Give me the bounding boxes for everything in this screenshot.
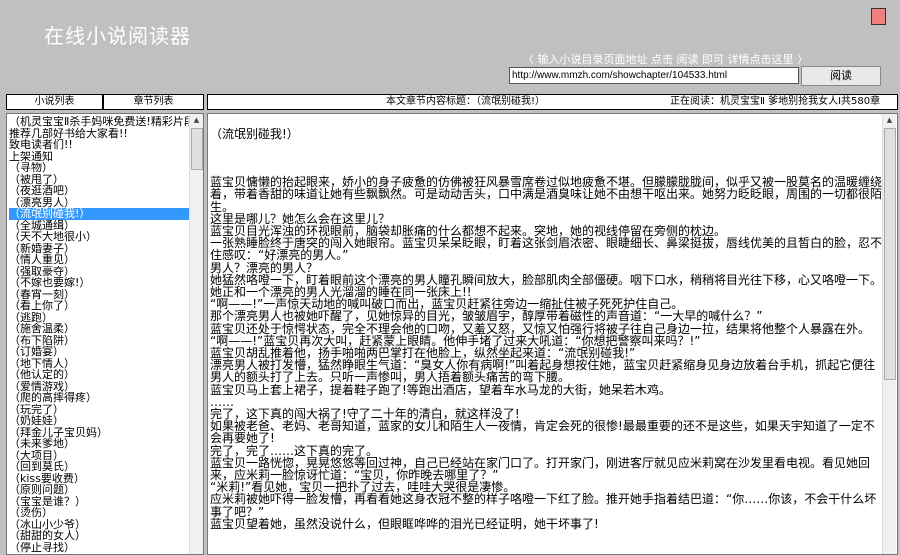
- chapter-list-item[interactable]: （逃跑）: [9, 312, 191, 324]
- read-button[interactable]: 阅读: [801, 66, 881, 86]
- app-title: 在线小说阅读器: [44, 24, 191, 48]
- scroll-up-icon[interactable]: ▲: [190, 114, 203, 127]
- scroll-up-icon[interactable]: ▲: [883, 114, 896, 127]
- chapter-list-item[interactable]: （爱情游戏）: [9, 381, 191, 393]
- chapter-list-item[interactable]: （大项目）: [9, 450, 191, 462]
- chapter-list-item[interactable]: （玩完了）: [9, 404, 191, 416]
- chapter-list-item[interactable]: （他认定的）: [9, 369, 191, 381]
- chapter-list-item[interactable]: 推荐几部好书给大家看!!: [9, 128, 191, 140]
- chapter-list-item[interactable]: （冰山小少爷）: [9, 519, 191, 531]
- chapter-list-item[interactable]: （机灵宝宝Ⅱ杀手妈咪免费送!精彩片段: [9, 116, 191, 128]
- chapter-list-item[interactable]: （被甩了）: [9, 174, 191, 186]
- content-paragraph: 如果被老爸、老妈、老哥知道，蓝家的女儿和陌生人一夜情，肯定会死的很惨!最最重要的…: [210, 419, 875, 446]
- chapter-list-item[interactable]: （停止寻找）: [9, 542, 191, 554]
- tab-novel-list[interactable]: 小说列表: [6, 94, 103, 110]
- content-paragraph: 蓝宝贝一路恍惚，晃晃悠悠等回过神，自己已经站在家门口了。打开家门，刚进客厅就见应…: [210, 455, 871, 483]
- chapter-list-item[interactable]: （爬的高摔得疼）: [9, 392, 191, 404]
- now-reading-label: 正在阅读：机灵宝宝Ⅱ 爹地别抢我女人Ⅰ共580章: [670, 96, 881, 107]
- chapter-list-item[interactable]: （奶娃娃）: [9, 415, 191, 427]
- chapter-list-item[interactable]: （情人重见）: [9, 254, 191, 266]
- chapter-list-item[interactable]: （回到莫氏）: [9, 461, 191, 473]
- chapter-header-bar: 本文章节内容标题：（流氓别碰我!） 正在阅读：机灵宝宝Ⅱ 爹地别抢我女人Ⅰ共58…: [207, 94, 898, 110]
- chapter-list-item[interactable]: （kiss要收费）: [9, 473, 191, 485]
- close-button[interactable]: [871, 8, 886, 25]
- content-paragraph: 蓝宝贝马上套上裙子，提着鞋子跑了!等跑出酒店，望着车水马龙的大街，她呆若木鸡。: [210, 382, 671, 397]
- chapter-list-item[interactable]: （看上你了）: [9, 300, 191, 312]
- scrollbar-thumb[interactable]: [191, 128, 203, 170]
- tab-chapter-list[interactable]: 章节列表: [103, 94, 204, 110]
- chapter-list-item[interactable]: （漂亮男人）: [9, 197, 191, 209]
- chapter-list-item[interactable]: （全城通缉）: [9, 220, 191, 232]
- chapter-list-item[interactable]: 致电读者们!!: [9, 139, 191, 151]
- chapter-list-item[interactable]: 上架通知: [9, 151, 191, 163]
- content-paragraph: 一张熟睡脸终于唐突的闯入她眼帘。蓝宝贝呆呆眨眼，盯着这张剑眉浓密、眼睫细长、鼻梁…: [210, 236, 883, 263]
- chapter-list-item[interactable]: （夜逛酒吧）: [9, 185, 191, 197]
- scrollbar-thumb[interactable]: [884, 128, 896, 380]
- url-input[interactable]: http://www.mmzh.com/showchapter/104533.h…: [509, 67, 799, 84]
- chapter-content-heading: （流氓别碰我!）: [210, 127, 299, 141]
- chapter-title-label: 本文章节内容标题：（流氓别碰我!）: [386, 96, 546, 107]
- chapter-list-item[interactable]: （寻物）: [9, 162, 191, 174]
- content-paragraph: 应米莉被她吓得一脸发懵，再看看她这身衣冠不整的样子咯噔一下红了脸。推开她手指着结…: [210, 492, 877, 519]
- content-paragraph: 男人？漂亮的男人？: [210, 260, 319, 275]
- chapter-list-item[interactable]: （不嫁也要嫁!）: [9, 277, 191, 289]
- chapter-list-item[interactable]: （流氓别碰我!）: [9, 208, 191, 220]
- instructions-link[interactable]: 〈 输入小说目录页面地址 点击 阅读 即可 详情点击这里 〉: [523, 51, 808, 67]
- chapter-list-item[interactable]: （春宵一刻）: [9, 289, 191, 301]
- chapter-content-text: （流氓别碰我!） 蓝宝贝慵懒的抬起眼来，娇小的身子疲惫的仿佛被狂风暴雪席卷过似地…: [210, 128, 882, 530]
- chapter-list-item[interactable]: （宝宝是谁？）: [9, 496, 191, 508]
- chapter-list[interactable]: （机灵宝宝Ⅱ杀手妈咪免费送!精彩片段 推荐几部好书给大家看!! 致电读者们!! 上架通…: [6, 113, 204, 555]
- chapter-content-panel: （流氓别碰我!） 蓝宝贝慵懒的抬起眼来，娇小的身子疲惫的仿佛被狂风暴雪席卷过似地…: [207, 113, 898, 555]
- chapter-list-item[interactable]: （强取豪夺）: [9, 266, 191, 278]
- chapter-list-item[interactable]: （布下陷阱）: [9, 335, 191, 347]
- content-paragraph: 蓝宝贝还处于惊愕状态，完全不理会他的口吻，又羞又怒，又惊又怕强行将被子往自己身边…: [210, 321, 871, 336]
- chapter-list-scrollbar[interactable]: ▲: [189, 114, 203, 554]
- chapter-list-item[interactable]: （订婚宴）: [9, 346, 191, 358]
- chapter-list-item[interactable]: （甜甜的女人）: [9, 530, 191, 542]
- chapter-list-item[interactable]: （施舍温柔）: [9, 323, 191, 335]
- content-paragraph: 蓝宝贝望着她，虽然没说什么，但眼眶哗哗的泪光已经证明，她干坏事了!: [210, 516, 599, 531]
- content-paragraph: 那个漂亮男人也被她吓醒了，见她惊异的目光，皱皱眉宇，醇厚带着磁性的声音道：“一大…: [210, 309, 763, 324]
- content-scrollbar[interactable]: ▲: [882, 114, 896, 554]
- chapter-list-item[interactable]: （新婚妻子）: [9, 243, 191, 255]
- content-paragraph: 蓝宝贝慵懒的抬起眼来，娇小的身子疲惫的仿佛被狂风暴雪席卷过似地疲惫不堪。但朦朦胧…: [210, 175, 883, 214]
- chapter-list-item[interactable]: （天不大地很小）: [9, 231, 191, 243]
- content-paragraph: 漂亮男人被打发懵，猛然睁眼生气道：“臭女人你有病啊!”叫着起身想按住她，蓝宝贝赶…: [210, 358, 876, 385]
- chapter-list-item[interactable]: （烫伤）: [9, 507, 191, 519]
- chapter-list-item[interactable]: （拜金儿子宝贝妈）: [9, 427, 191, 439]
- chapter-list-item[interactable]: （原则问题）: [9, 484, 191, 496]
- chapter-list-item[interactable]: （地下情人）: [9, 358, 191, 370]
- chapter-list-item[interactable]: （未来爹地）: [9, 438, 191, 450]
- chapter-list-items: （机灵宝宝Ⅱ杀手妈咪免费送!精彩片段 推荐几部好书给大家看!! 致电读者们!! 上架通…: [9, 116, 191, 553]
